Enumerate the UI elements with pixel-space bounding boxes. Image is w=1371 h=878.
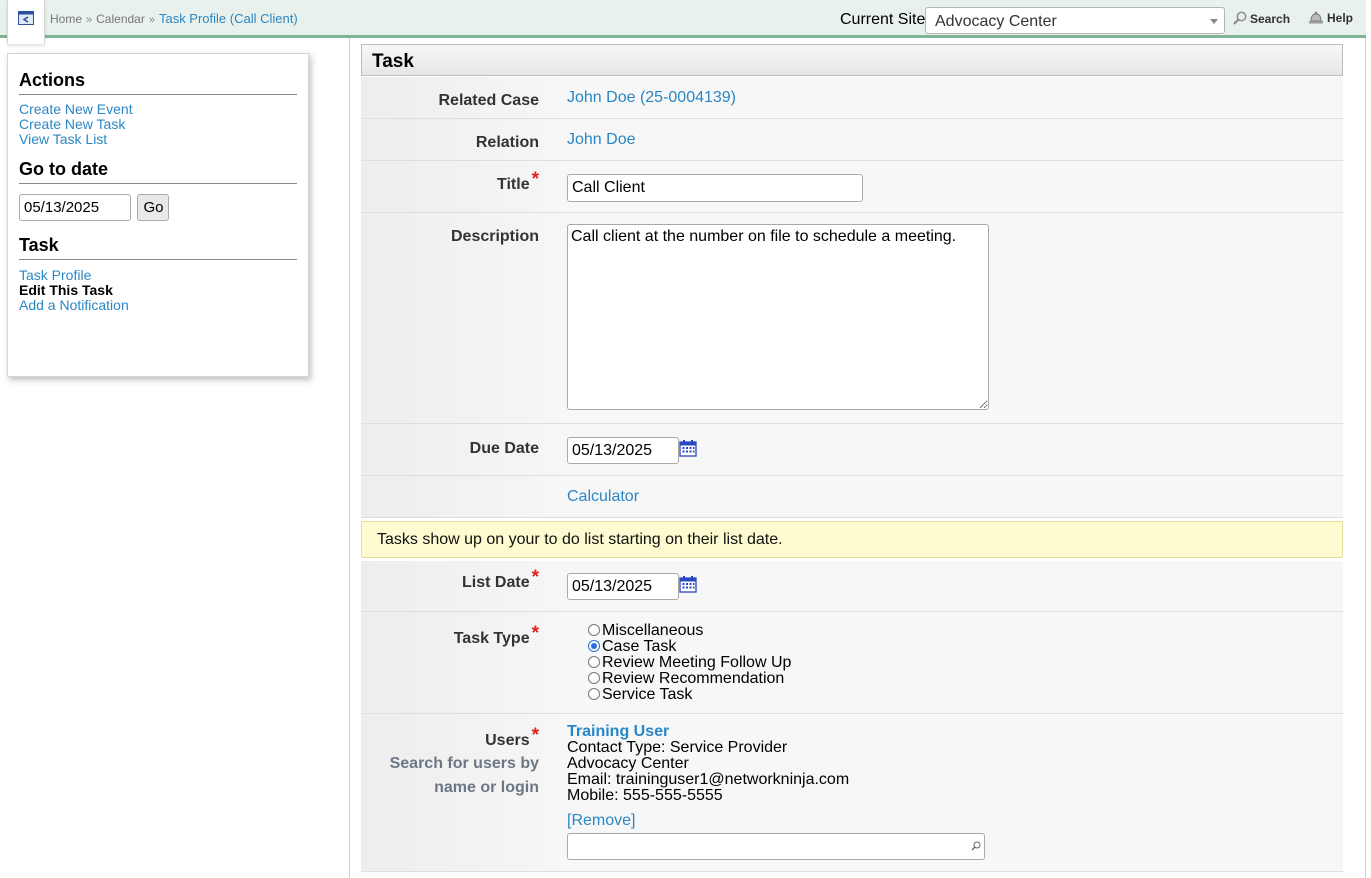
task-type-option-label: Review Recommendation <box>602 670 785 687</box>
list-date-label: List Date * <box>361 561 557 611</box>
calendar-home-icon <box>18 11 34 25</box>
task-type-option-label: Miscellaneous <box>602 622 704 639</box>
user-mobile: Mobile: 555-555-5555 <box>567 787 723 804</box>
required-asterisk: * <box>531 567 539 588</box>
selected-user: Training User Contact Type: Service Prov… <box>567 724 1343 829</box>
go-button[interactable]: Go <box>137 194 170 221</box>
breadcrumb-current: Task Profile (Call Client) <box>158 11 298 26</box>
top-bar: Home» Calendar» Task Profile (Call Client)… <box>0 0 1366 44</box>
task-type-option[interactable]: Case Task <box>588 639 1343 655</box>
task-heading: Task <box>19 235 297 260</box>
panel-title: Task <box>361 44 1343 76</box>
title-row: Title * <box>361 161 1343 213</box>
users-label-text: Users <box>485 732 530 749</box>
calculator-label-cell <box>361 476 557 517</box>
search-label: Search <box>1250 12 1291 26</box>
task-profile-link[interactable]: Task Profile <box>19 267 91 283</box>
actions-list: Create New Event Create New Task View Ta… <box>19 102 297 147</box>
task-type-option[interactable]: Service Task <box>588 687 1343 703</box>
breadcrumb: Home» Calendar» Task Profile (Call Client) <box>50 11 298 26</box>
relation-row: Relation John Doe <box>361 119 1343 161</box>
task-type-radio-group: Miscellaneous Case Task Review Meeting F… <box>588 623 1343 703</box>
due-date-row: Due Date <box>361 424 1343 476</box>
help-link[interactable]: Help <box>1308 11 1353 25</box>
title-input[interactable] <box>567 174 863 202</box>
list-date-input[interactable] <box>567 573 679 600</box>
task-type-label: Task Type * <box>361 612 557 713</box>
radio-button-selected[interactable] <box>588 640 600 652</box>
users-row: Users * Search for users by name or login… <box>361 714 1343 872</box>
list-date-row: List Date * <box>361 561 1343 612</box>
go-to-date-row: Go <box>19 194 297 221</box>
current-site-select[interactable]: Advocacy Center <box>925 7 1225 34</box>
create-new-task-link[interactable]: Create New Task <box>19 116 125 132</box>
breadcrumb-separator: » <box>148 14 155 26</box>
calendar-icon[interactable] <box>679 439 697 462</box>
required-asterisk: * <box>531 623 539 644</box>
edit-this-task-current: Edit This Task <box>19 282 113 298</box>
relation-link[interactable]: John Doe <box>567 131 636 148</box>
radio-button[interactable] <box>588 672 600 684</box>
current-site-label: Current Site <box>840 11 926 28</box>
task-type-option-label: Review Meeting Follow Up <box>602 654 792 671</box>
related-case-row: Related Case John Doe (25-0004139) <box>361 77 1343 119</box>
user-email: Email: traininguser1@networkninja.com <box>567 771 850 788</box>
user-contact-type: Contact Type: Service Provider <box>567 739 788 756</box>
users-label: Users * Search for users by name or login <box>361 714 557 871</box>
search-icon <box>1233 11 1247 25</box>
task-type-option[interactable]: Review Recommendation <box>588 671 1343 687</box>
task-type-option[interactable]: Review Meeting Follow Up <box>588 655 1343 671</box>
help-label: Help <box>1327 11 1354 25</box>
users-hint-line1: Search for users by <box>389 755 539 772</box>
required-asterisk: * <box>531 725 539 746</box>
calendar-icon[interactable] <box>679 575 697 598</box>
create-new-event-link[interactable]: Create New Event <box>19 101 133 117</box>
search-icon <box>971 841 981 851</box>
user-organization: Advocacy Center <box>567 755 689 772</box>
remove-user-link[interactable]: [Remove] <box>567 812 635 829</box>
description-label: Description <box>361 213 557 423</box>
task-type-row: Task Type * Miscellaneous Case Task Revie… <box>361 612 1343 714</box>
view-task-list-link[interactable]: View Task List <box>19 131 107 147</box>
actions-heading: Actions <box>19 70 297 95</box>
radio-button[interactable] <box>588 656 600 668</box>
description-textarea[interactable]: Call client at the number on file to sch… <box>567 224 989 410</box>
breadcrumb-calendar[interactable]: Calendar <box>96 12 145 26</box>
help-bell-icon <box>1309 11 1323 24</box>
go-to-date-input[interactable] <box>19 194 131 221</box>
list-date-notice: Tasks show up on your to do list startin… <box>361 521 1343 558</box>
radio-button[interactable] <box>588 624 600 636</box>
calculator-link[interactable]: Calculator <box>567 488 639 505</box>
breadcrumb-home[interactable]: Home <box>50 12 82 26</box>
due-date-input[interactable] <box>567 437 679 464</box>
task-type-option-label: Case Task <box>602 638 677 655</box>
breadcrumb-separator: » <box>86 14 93 26</box>
current-site-value: Advocacy Center <box>935 13 1057 30</box>
list-date-label-text: List Date <box>462 574 530 591</box>
title-label-text: Title <box>496 176 530 193</box>
add-notification-link[interactable]: Add a Notification <box>19 297 129 313</box>
home-tab[interactable] <box>7 0 45 44</box>
user-name-link[interactable]: Training User <box>567 723 669 740</box>
related-case-link[interactable]: John Doe (25-0004139) <box>567 89 736 106</box>
related-case-label: Related Case <box>361 77 557 118</box>
task-type-option[interactable]: Miscellaneous <box>588 623 1343 639</box>
search-link[interactable]: Search <box>1233 11 1290 26</box>
relation-label: Relation <box>361 119 557 160</box>
required-asterisk: * <box>531 169 539 190</box>
radio-button[interactable] <box>588 688 600 700</box>
chevron-down-icon <box>1210 19 1218 24</box>
task-type-option-label: Service Task <box>602 686 693 703</box>
user-search-input[interactable] <box>567 833 985 860</box>
due-date-label: Due Date <box>361 424 557 475</box>
sidebar: Actions Create New Event Create New Task… <box>7 53 309 377</box>
description-row: Description Call client at the number on… <box>361 213 1343 424</box>
go-to-date-heading: Go to date <box>19 159 297 184</box>
task-links: Task Profile Edit This Task Add a Notifi… <box>19 268 297 313</box>
title-label: Title * <box>361 161 557 212</box>
task-type-label-text: Task Type <box>453 630 530 647</box>
users-hint-line2: name or login <box>434 779 539 796</box>
calculator-row: Calculator <box>361 476 1343 518</box>
